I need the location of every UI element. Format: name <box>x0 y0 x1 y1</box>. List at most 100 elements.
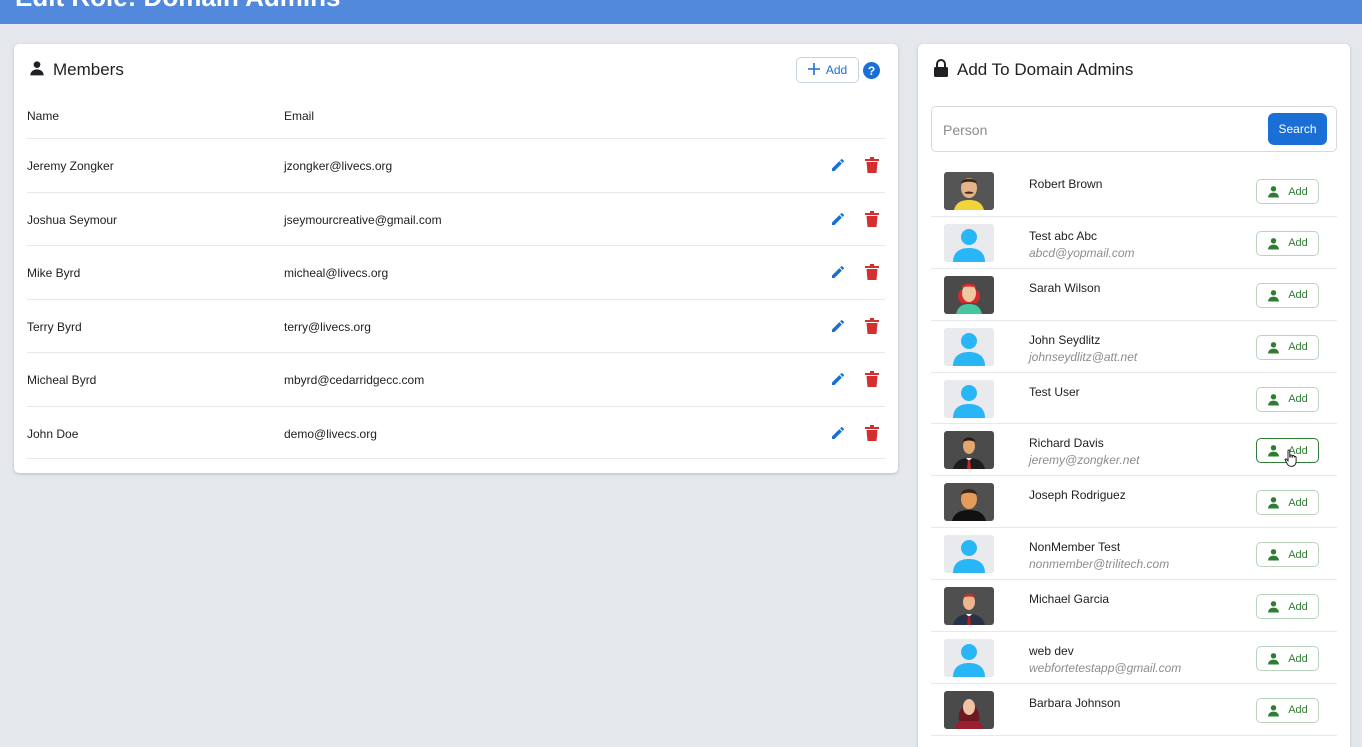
person-name: John Seydlitz <box>1029 332 1101 347</box>
avatar <box>944 587 994 626</box>
avatar <box>944 639 994 678</box>
person-name: Barbara Johnson <box>1029 695 1121 710</box>
person-add-icon <box>1268 601 1280 613</box>
delete-icon[interactable] <box>865 371 879 387</box>
avatar <box>944 275 994 314</box>
add-person-button[interactable]: Add <box>1256 594 1319 620</box>
members-title: Members <box>53 60 124 79</box>
edit-icon[interactable] <box>830 264 846 280</box>
add-person-button[interactable]: Add <box>1256 334 1319 360</box>
person-icon <box>29 60 45 81</box>
add-person-label: Add <box>1288 652 1308 665</box>
avatar <box>944 172 994 210</box>
person-add-icon <box>1268 704 1280 717</box>
member-email: micheal@livecs.org <box>284 266 389 280</box>
person-email: johnseydlitz@att.net <box>1029 349 1138 364</box>
person-list-item: Test User Add <box>931 373 1337 425</box>
delete-icon[interactable] <box>865 210 879 227</box>
add-person-button[interactable]: Add <box>1256 697 1319 723</box>
table-row: Terry Byrd terry@livecs.org <box>27 298 885 353</box>
person-add-icon <box>1268 445 1280 457</box>
person-name: web dev <box>1029 644 1074 659</box>
add-panel-title: Add To Domain Admins <box>957 60 1134 79</box>
person-list-item: John Seydlitz johnseydlitz@att.net Add <box>931 321 1337 373</box>
member-name: John Doe <box>27 426 79 441</box>
add-to-role-card: Add To Domain Admins Search Robert Brown… <box>918 44 1350 747</box>
add-person-label: Add <box>1288 393 1308 406</box>
add-person-label: Add <box>1288 600 1308 613</box>
person-name: Michael Garcia <box>1029 592 1110 607</box>
person-email: abcd@yopmail.com <box>1029 245 1135 260</box>
person-add-icon <box>1268 497 1280 509</box>
add-person-label: Add <box>1288 289 1308 302</box>
person-list-item: NonMember Test nonmember@trilitech.com Add <box>931 528 1337 581</box>
avatar <box>944 379 994 418</box>
person-name: Test User <box>1029 384 1080 399</box>
edit-icon[interactable] <box>830 157 846 173</box>
person-list-item: web dev webfortetestapp@gmail.com Add <box>931 632 1337 684</box>
edit-icon[interactable] <box>830 211 846 227</box>
person-search-input[interactable] <box>943 119 1243 141</box>
person-email: jeremy@zongker.net <box>1029 453 1140 468</box>
person-list-item: Sarah Wilson Add <box>931 269 1337 321</box>
edit-icon[interactable] <box>830 425 846 441</box>
table-row: Joshua Seymour jseymourcreative@gmail.com <box>27 191 885 246</box>
member-email: mbyrd@cedarridgecc.com <box>284 373 425 387</box>
delete-icon[interactable] <box>865 317 879 334</box>
add-panel-header: Add To Domain Admins <box>918 44 1350 96</box>
add-person-button[interactable]: Add <box>1256 230 1319 256</box>
add-person-label: Add <box>1288 237 1308 250</box>
mouse-cursor-icon <box>1284 449 1297 467</box>
help-icon[interactable]: ? <box>863 62 880 79</box>
member-name: Terry Byrd <box>27 319 82 334</box>
column-header-email: Email <box>284 109 315 123</box>
person-email: webfortetestapp@gmail.com <box>1029 661 1182 676</box>
person-name: Sarah Wilson <box>1029 280 1101 295</box>
members-card: Members Add ? Name Email Jeremy Zongker j… <box>14 44 898 473</box>
top-header-bar: Edit Role: Domain Admins <box>0 0 1362 24</box>
avatar <box>944 690 994 729</box>
plus-icon <box>807 62 820 78</box>
person-add-icon <box>1268 341 1280 354</box>
member-name: Jeremy Zongker <box>27 159 114 173</box>
add-person-button[interactable]: Add <box>1256 542 1319 568</box>
add-person-button[interactable]: Add <box>1256 282 1319 308</box>
add-person-button[interactable]: Add <box>1256 179 1319 204</box>
members-header: Members <box>14 44 898 96</box>
person-list-item: Robert Brown Add <box>931 165 1337 217</box>
person-list-item: Michael Garcia Add <box>931 580 1337 633</box>
add-person-label: Add <box>1288 704 1308 717</box>
members-table: Jeremy Zongker jzongker@livecs.org Joshua … <box>27 138 885 459</box>
person-add-icon <box>1268 653 1280 665</box>
person-list-item: Test abc Abc abcd@yopmail.com Add <box>931 217 1337 269</box>
person-add-icon <box>1268 393 1280 406</box>
delete-icon[interactable] <box>865 157 879 173</box>
add-member-button[interactable]: Add <box>796 57 859 83</box>
member-email: terry@livecs.org <box>284 319 371 334</box>
edit-icon[interactable] <box>830 318 846 334</box>
member-name: Micheal Byrd <box>27 373 97 387</box>
person-add-icon <box>1268 237 1280 250</box>
table-row: Jeremy Zongker jzongker@livecs.org <box>27 138 885 192</box>
avatar <box>944 483 994 522</box>
avatar <box>944 327 994 366</box>
table-row: John Doe demo@livecs.org <box>27 405 885 459</box>
add-person-button[interactable]: Add <box>1256 646 1319 672</box>
person-email: nonmember@trilitech.com <box>1029 557 1170 572</box>
add-member-label: Add <box>825 63 848 77</box>
person-list-item: Barbara Johnson Add <box>931 684 1337 736</box>
person-list-item: Joseph Rodriguez Add <box>931 476 1337 529</box>
column-header-name: Name <box>27 109 60 123</box>
delete-icon[interactable] <box>865 424 879 441</box>
member-email: jzongker@livecs.org <box>284 159 393 173</box>
people-list: Robert Brown Add Test abc Abc abcd@yopmail.… <box>931 165 1337 736</box>
add-person-button[interactable]: Add <box>1256 386 1319 412</box>
delete-icon[interactable] <box>865 264 879 280</box>
table-row: Mike Byrd micheal@livecs.org <box>27 245 885 299</box>
edit-icon[interactable] <box>830 371 846 387</box>
person-name: Test abc Abc <box>1029 228 1098 243</box>
person-name: Richard Davis <box>1029 436 1104 451</box>
member-email: jseymourcreative@gmail.com <box>284 212 442 227</box>
search-button[interactable]: Search <box>1268 113 1327 145</box>
add-person-button[interactable]: Add <box>1256 490 1319 516</box>
